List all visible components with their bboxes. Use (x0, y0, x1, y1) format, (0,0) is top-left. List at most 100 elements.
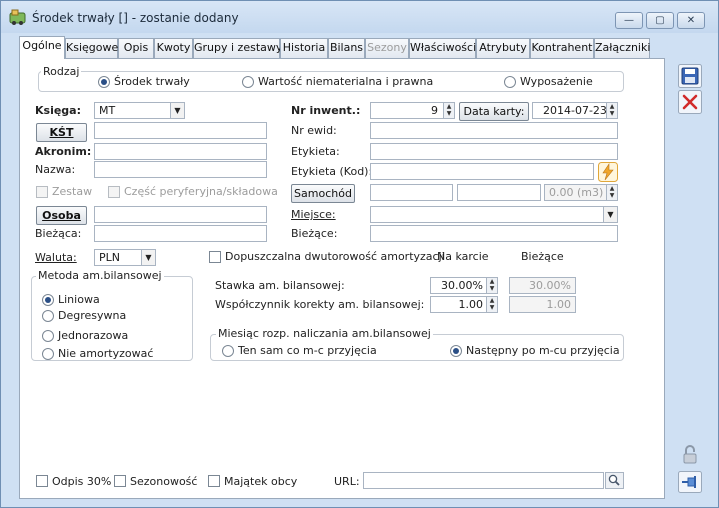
nr-inwent-value: 9 (431, 104, 438, 117)
tab-bilans[interactable]: Bilans (328, 38, 365, 58)
window: Środek trwały [] - zostanie dodany — ▢ ✕… (0, 0, 719, 508)
chevron-down-icon[interactable]: ▼ (141, 250, 155, 265)
zestaw-checkbox[interactable] (36, 186, 48, 198)
dwutorowosc-label: Dopuszczalna dwutorowość amortyzacji (225, 250, 445, 263)
nr-ewid-field[interactable] (370, 122, 618, 139)
miesiac-ten-sam-label: Ten sam co m-c przyjęcia (238, 344, 377, 357)
stawka-field[interactable]: 30.00% ▲ ▼ (430, 277, 498, 294)
metoda-jednorazowa-label: Jednorazowa (58, 329, 129, 342)
tab-ogolne[interactable]: Ogólne (19, 36, 65, 59)
app-icon (9, 9, 26, 25)
tab-kwoty[interactable]: Kwoty (154, 38, 193, 58)
czesc-label: Część peryferyjna/składowa (124, 185, 278, 198)
tab-zalaczniki[interactable]: Załączniki (594, 38, 650, 58)
biezaca-label: Bieżąca: (35, 227, 82, 240)
close-button[interactable]: ✕ (677, 12, 705, 29)
stawka-biezaca-field: 30.00% (509, 277, 576, 294)
tab-ksiegowe[interactable]: Księgowe (65, 38, 118, 58)
etykieta-kod-field[interactable] (370, 163, 594, 180)
magnifier-icon[interactable] (605, 472, 624, 489)
sezonowosc-checkbox[interactable] (114, 475, 126, 487)
majatek-label: Majątek obcy (224, 475, 298, 488)
miejsce-label: Miejsce: (291, 208, 336, 221)
rodzaj-wyposazenie-radio[interactable] (504, 76, 516, 88)
chevron-down-icon[interactable]: ▼ (603, 207, 617, 222)
metoda-nie-amortyzowac-radio[interactable] (42, 348, 54, 360)
floppy-disk-icon[interactable] (678, 64, 702, 88)
kst-field[interactable] (94, 122, 267, 139)
samochod-field-2[interactable] (457, 184, 541, 201)
tab-opis[interactable]: Opis (118, 38, 154, 58)
spin-arrows-icon[interactable]: ▲ ▼ (606, 185, 617, 200)
maximize-button[interactable]: ▢ (646, 12, 674, 29)
miesiac-nastepny-label: Następny po m-cu przyjęcia (466, 344, 620, 357)
tab-sezony[interactable]: Sezony (365, 38, 409, 58)
tab-atrybuty[interactable]: Atrybuty (476, 38, 530, 58)
metoda-jednorazowa-radio[interactable] (42, 330, 54, 342)
tab-wlasciwosci[interactable]: Właściwości (409, 38, 476, 58)
url-label: URL: (334, 475, 360, 488)
rodzaj-wnip-radio[interactable] (242, 76, 254, 88)
nazwa-field[interactable] (94, 161, 267, 178)
miejsce-select[interactable]: ▼ (370, 206, 618, 223)
tab-historia[interactable]: Historia (280, 38, 328, 58)
metoda-degresywna-radio[interactable] (42, 310, 54, 322)
waluta-select[interactable]: PLN ▼ (94, 249, 156, 266)
kst-button[interactable]: KŚT (36, 123, 87, 142)
biezaca-field[interactable] (94, 225, 267, 242)
ksiega-select[interactable]: MT ▼ (94, 102, 185, 119)
minimize-button[interactable]: — (615, 12, 643, 29)
padlock-icon[interactable] (678, 444, 702, 466)
metoda-liniowa-radio[interactable] (42, 294, 54, 306)
nr-inwent-field[interactable]: 9 ▲ ▼ (370, 102, 455, 119)
spin-arrows-icon[interactable]: ▲ ▼ (606, 103, 617, 118)
spin-arrows-icon[interactable]: ▲ ▼ (486, 278, 497, 293)
data-karty-button[interactable]: Data karty: (459, 102, 529, 121)
title-bar: Środek trwały [] - zostanie dodany — ▢ ✕ (1, 1, 718, 33)
tab-grupy-i-zestawy[interactable]: Grupy i zestawy (193, 38, 282, 58)
url-field[interactable] (363, 472, 604, 489)
osoba-button[interactable]: Osoba (36, 206, 87, 225)
samochod-field-3[interactable]: 0.00 (m3) ▲ ▼ (544, 184, 618, 201)
czesc-checkbox[interactable] (108, 186, 120, 198)
rodzaj-wnip-label: Wartość niematerialna i prawna (258, 75, 434, 88)
samochod-field-1[interactable] (370, 184, 453, 201)
dwutorowosc-checkbox[interactable] (209, 251, 221, 263)
majatek-checkbox[interactable] (208, 475, 220, 487)
rodzaj-wyposazenie-label: Wyposażenie (520, 75, 593, 88)
lightning-icon[interactable] (598, 162, 618, 182)
metoda-label: Metoda am.bilansowej (36, 269, 164, 282)
miesiac-nastepny-radio[interactable] (450, 345, 462, 357)
waluta-label: Waluta: (35, 251, 77, 264)
rodzaj-srodek-trwaly-label: Środek trwały (114, 75, 190, 88)
odpis-label: Odpis 30% (52, 475, 112, 488)
spin-arrows-icon[interactable]: ▲ ▼ (443, 103, 454, 118)
akronim-field[interactable] (94, 143, 267, 160)
data-karty-field[interactable]: 2014-07-23 ▲ ▼ (532, 102, 618, 119)
pin-icon[interactable] (678, 471, 702, 493)
tab-kontrahent[interactable]: Kontrahent (530, 38, 594, 58)
akronim-label: Akronim: (35, 145, 92, 158)
main-panel: Rodzaj Środek trwały Wartość niematerial… (19, 58, 665, 499)
nr-ewid-label: Nr ewid: (291, 124, 337, 137)
spin-arrows-icon[interactable]: ▲ ▼ (486, 297, 497, 312)
rodzaj-label: Rodzaj (41, 65, 82, 78)
waluta-value: PLN (99, 251, 120, 264)
stawka-value: 30.00% (441, 279, 483, 292)
wspolczynnik-value: 1.00 (458, 298, 484, 311)
rodzaj-srodek-trwaly-radio[interactable] (98, 76, 110, 88)
wspolczynnik-field[interactable]: 1.00 ▲ ▼ (430, 296, 498, 313)
chevron-down-icon[interactable]: ▼ (170, 103, 184, 118)
metoda-nie-amortyzowac-label: Nie amortyzować (58, 347, 154, 360)
zestaw-label: Zestaw (52, 185, 93, 198)
odpis-checkbox[interactable] (36, 475, 48, 487)
samochod-button[interactable]: Samochód (291, 184, 355, 203)
nr-inwent-label: Nr inwent.: (291, 104, 361, 117)
red-x-icon[interactable] (678, 90, 702, 114)
miesiac-ten-sam-radio[interactable] (222, 345, 234, 357)
biezace-field[interactable] (370, 225, 618, 242)
miesiac-label: Miesiąc rozp. naliczania am.bilansowej (216, 327, 433, 340)
osoba-field[interactable] (94, 206, 267, 223)
data-karty-value: 2014-07-23 (543, 104, 607, 117)
etykieta-field[interactable] (370, 143, 618, 160)
